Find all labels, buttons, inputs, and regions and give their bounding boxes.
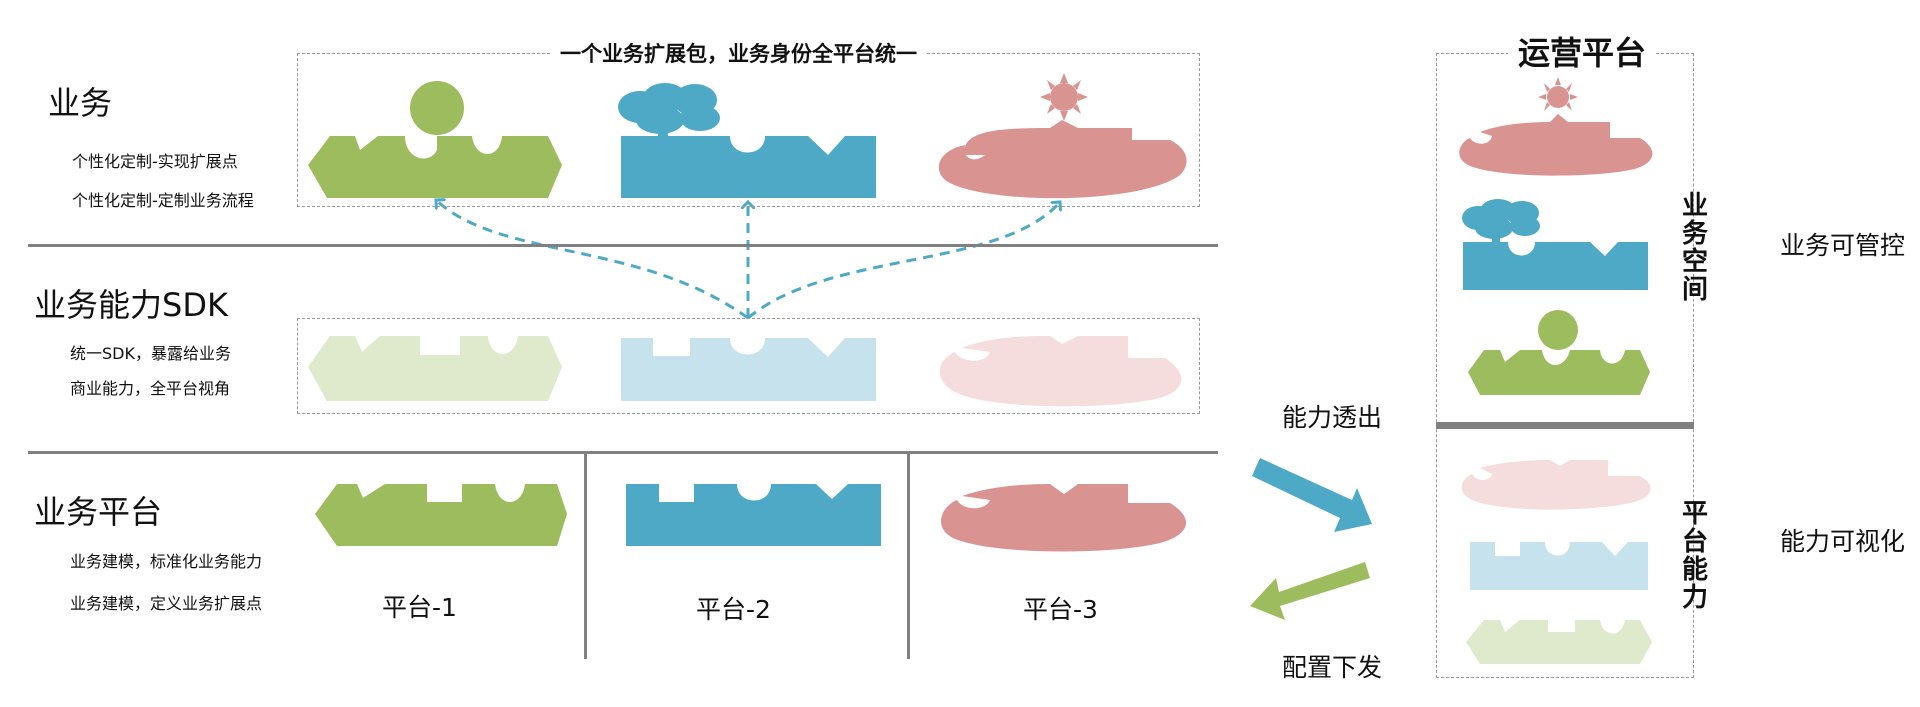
platform-capability-label: 平台能力: [1681, 499, 1708, 613]
sdk-layer-title: 业务能力SDK: [34, 286, 228, 324]
platform-blue-shape: [626, 484, 881, 546]
platform-green-shape: [315, 484, 567, 546]
config-down-label: 配置下发: [1282, 653, 1383, 682]
capability-out-label: 能力透出: [1282, 403, 1383, 432]
capability-visualized-label: 能力可视化: [1780, 527, 1906, 556]
dashed-arrow-right: [747, 202, 1060, 320]
dashed-arrows: [436, 200, 1060, 320]
business-box-title: 一个业务扩展包，业务身份全平台统一: [552, 38, 925, 68]
dashed-arrow-left: [436, 200, 749, 320]
platform-layer-desc-2: 业务建模，定义业务扩展点: [70, 594, 263, 613]
sdk-capability-box: [297, 318, 1200, 414]
divider-business-sdk: [28, 244, 1218, 247]
platform-column-label-3: 平台-3: [1023, 595, 1098, 624]
platform-layer-title: 业务平台: [34, 493, 163, 531]
platform-pink-shape: [941, 484, 1187, 552]
platform-column-divider-1: [584, 451, 587, 659]
business-space-label: 业务空间: [1681, 191, 1708, 305]
business-layer-desc-2: 个性化定制-定制业务流程: [72, 191, 254, 210]
platform-column-divider-2: [907, 451, 910, 659]
sdk-layer-desc-1: 统一SDK，暴露给业务: [70, 344, 231, 363]
business-layer-desc-1: 个性化定制-实现扩展点: [72, 152, 238, 171]
platform-column-label-1: 平台-1: [382, 593, 457, 622]
business-controllable-label: 业务可管控: [1780, 231, 1906, 260]
platform-layer-desc-1: 业务建模，标准化业务能力: [70, 552, 263, 571]
arrow-config-down: [1250, 562, 1370, 620]
business-extension-box: [297, 53, 1200, 207]
divider-sdk-platform: [28, 451, 1218, 454]
arrow-capability-out: [1252, 458, 1372, 532]
business-layer-title: 业务: [48, 84, 113, 122]
ops-platform-title: 运营平台: [1508, 28, 1657, 74]
sdk-layer-desc-2: 商业能力，全平台视角: [70, 379, 231, 398]
ops-platform-box: [1436, 53, 1694, 678]
ops-platform-separator: [1436, 422, 1694, 429]
platform-column-label-2: 平台-2: [696, 595, 771, 624]
